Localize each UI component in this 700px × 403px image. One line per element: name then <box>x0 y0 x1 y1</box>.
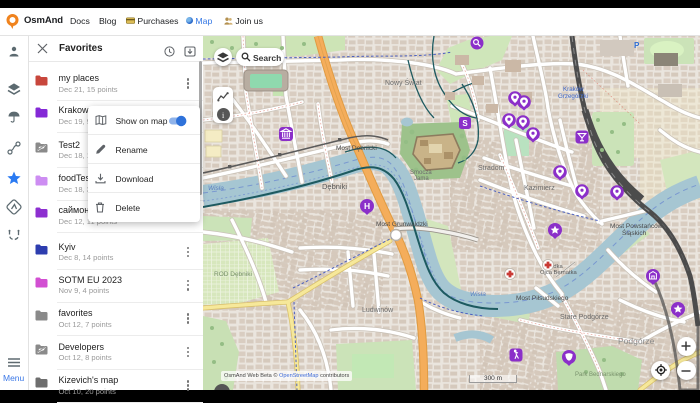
svg-text:S: S <box>462 119 468 128</box>
svg-text:ROD Dębniki: ROD Dębniki <box>214 271 252 278</box>
svg-text:Kraków: Kraków <box>563 86 584 93</box>
svg-text:Stare Podgórze: Stare Podgórze <box>560 314 609 321</box>
svg-text:Park Bednarskiego: Park Bednarskiego <box>575 372 626 378</box>
svg-text:P: P <box>634 41 640 50</box>
svg-text:Ludwinów: Ludwinów <box>362 307 394 314</box>
svg-text:Stradom: Stradom <box>478 165 505 172</box>
svg-text:Nowy Świat: Nowy Świat <box>385 78 422 87</box>
svg-text:Most Powstańców: Most Powstańców <box>610 223 663 230</box>
svg-text:Most Piłsudskiego: Most Piłsudskiego <box>516 295 569 302</box>
svg-text:Grzegórzki: Grzegórzki <box>558 93 588 100</box>
svg-text:Menu: Menu <box>3 373 25 383</box>
svg-text:Jama: Jama <box>414 176 429 182</box>
svg-text:Śląskich: Śląskich <box>622 228 647 237</box>
svg-text:Wisła: Wisła <box>208 185 224 192</box>
svg-text:H: H <box>364 201 370 211</box>
svg-text:Most Grunwaldzki: Most Grunwaldzki <box>376 221 428 228</box>
svg-text:Wisła: Wisła <box>470 291 486 298</box>
svg-text:Podgórze: Podgórze <box>618 336 655 346</box>
svg-text:Most Dębnicki: Most Dębnicki <box>336 145 377 152</box>
svg-text:Dębniki: Dębniki <box>322 182 347 191</box>
svg-text:Ojca Bernatka: Ojca Bernatka <box>540 270 578 276</box>
svg-text:Kazimierz: Kazimierz <box>524 185 555 192</box>
